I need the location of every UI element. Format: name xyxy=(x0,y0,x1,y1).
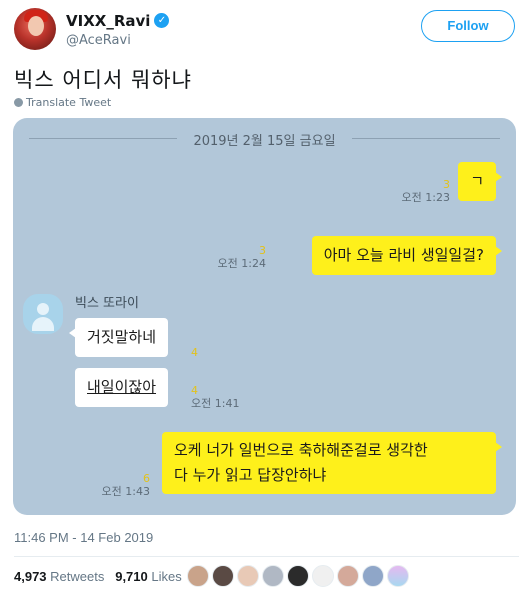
retweets-count: 4,973 xyxy=(14,569,47,584)
translate-tweet-link[interactable]: Translate Tweet xyxy=(14,96,111,109)
chat-bubble-sent: 오케 너가 일번으로 축하해준걸로 생각한 다 누가 읽고 답장안하냐 xyxy=(162,432,502,494)
chat-bubble-sent: 아마 오늘 라비 생일일걸? xyxy=(311,236,503,275)
unread-count: 4 xyxy=(191,384,198,397)
liker-avatar[interactable] xyxy=(337,565,359,587)
liker-avatar[interactable] xyxy=(287,565,309,587)
liker-avatar[interactable] xyxy=(312,565,334,587)
chat-bubble-sent: ㄱ xyxy=(458,162,502,201)
chat-date-text: 2019년 2월 15일 금요일 xyxy=(193,134,336,149)
retweets-stat[interactable]: 4,973 Retweets xyxy=(14,569,104,584)
unread-count: 6 xyxy=(143,472,150,485)
message-text: 내일이잖아 xyxy=(87,378,157,396)
liker-avatar[interactable] xyxy=(187,565,209,587)
message-meta: 3 오전 1:23 xyxy=(402,178,450,204)
likes-stat[interactable]: 9,710 Likes xyxy=(115,569,182,584)
liker-avatar[interactable] xyxy=(387,565,409,587)
tweet-text: 빅스 어디서 뭐하냐 xyxy=(14,68,192,92)
avatar-face xyxy=(28,16,44,36)
message-time: 오전 1:24 xyxy=(217,257,266,270)
globe-icon xyxy=(14,98,23,107)
liker-avatars xyxy=(187,565,412,591)
message-meta: 4 xyxy=(191,346,198,359)
message-meta: 6 오전 1:43 xyxy=(102,472,150,498)
message-time: 오전 1:23 xyxy=(401,191,450,204)
avatar-body xyxy=(32,317,54,331)
display-name[interactable]: VIXX_Ravi xyxy=(66,12,150,30)
divider xyxy=(14,556,519,557)
message-text-line: 다 누가 읽고 답장안하냐 xyxy=(174,466,327,484)
chat-date-separator: 2019년 2월 15일 금요일 xyxy=(13,128,516,149)
retweets-label: Retweets xyxy=(50,569,105,584)
avatar-head xyxy=(37,303,49,315)
verified-badge-icon: ✓ xyxy=(154,13,170,28)
message-time: 오전 1:43 xyxy=(101,485,150,498)
message-text: 거짓말하네 xyxy=(87,328,157,346)
message-meta: 3 오전 1:24 xyxy=(218,244,266,270)
user-name-block[interactable]: VIXX_Ravi ✓ @AceRavi xyxy=(66,10,170,48)
tweet-media-image[interactable]: 2019년 2월 15일 금요일 3 오전 1:23 ㄱ 3 오전 1:24 아… xyxy=(13,118,516,515)
tweet-header: VIXX_Ravi ✓ @AceRavi Follow xyxy=(14,6,519,52)
message-meta: 4 오전 1:41 xyxy=(191,384,239,410)
message-text: 아마 오늘 라비 생일일걸? xyxy=(323,246,484,264)
liker-avatar[interactable] xyxy=(237,565,259,587)
liker-avatar[interactable] xyxy=(212,565,234,587)
chat-bubble-received: 거짓말하네 xyxy=(68,318,169,357)
friend-avatar xyxy=(23,294,63,334)
user-handle[interactable]: @AceRavi xyxy=(66,33,169,48)
liker-avatar[interactable] xyxy=(362,565,384,587)
date-divider-right xyxy=(352,138,500,139)
liker-avatar[interactable] xyxy=(262,565,284,587)
message-text: ㄱ xyxy=(470,172,484,190)
message-text-line: 오케 너가 일번으로 축하해준걸로 생각한 xyxy=(174,441,428,459)
unread-count: 3 xyxy=(443,178,450,191)
translate-label: Translate Tweet xyxy=(26,96,112,109)
user-avatar[interactable] xyxy=(14,8,56,50)
friend-name: 빅스 또라이 xyxy=(75,296,139,311)
likes-label: Likes xyxy=(151,569,182,584)
unread-count: 4 xyxy=(191,346,198,359)
follow-button[interactable]: Follow xyxy=(421,10,515,42)
tweet-stats: 4,973 Retweets 9,710 Likes xyxy=(14,569,182,584)
likes-count: 9,710 xyxy=(115,569,148,584)
chat-bubble-received: 내일이잖아 xyxy=(75,368,169,407)
tweet-timestamp[interactable]: 11:46 PM - 14 Feb 2019 xyxy=(14,530,153,545)
unread-count: 3 xyxy=(259,244,266,257)
message-time: 오전 1:41 xyxy=(191,397,240,410)
